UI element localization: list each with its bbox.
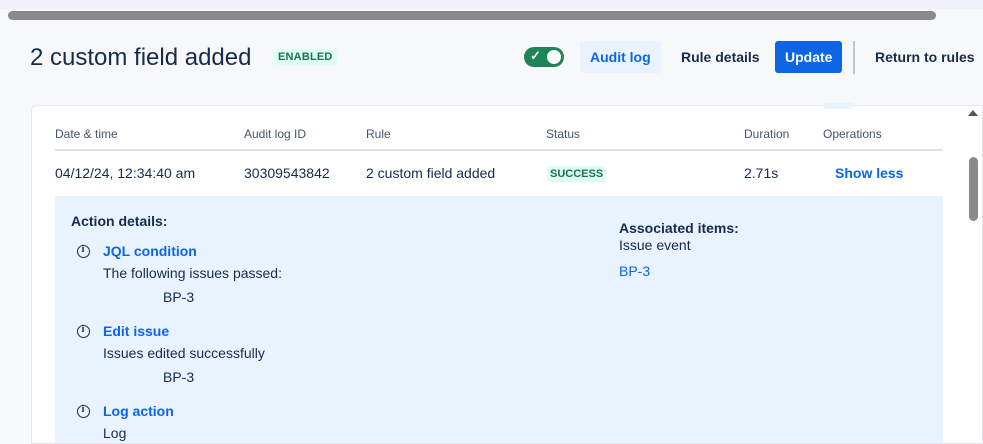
info-icon [77,244,90,258]
cell-audit-log-id: 30309543842 [244,165,330,181]
action-details-title: Action details: [71,213,168,229]
column-duration[interactable]: Duration [744,127,789,141]
jql-condition-issue-key: BP-3 [163,289,195,305]
log-action-link[interactable]: Log action [103,403,174,419]
success-badge: SUCCESS [547,166,607,182]
page-header: 2 custom field added ENABLED ✓ Audit log… [30,38,983,78]
column-rule[interactable]: Rule [366,127,391,141]
status-badge: ENABLED [274,49,337,65]
edit-issue-link[interactable]: Edit issue [103,323,169,339]
info-icon [77,404,90,418]
check-icon: ✓ [530,48,541,63]
associated-items-title: Associated items: [619,220,739,236]
info-icon [77,324,90,338]
page-title: 2 custom field added [30,44,252,71]
toggle-knob [547,50,561,64]
log-action-desc: Log [103,425,127,441]
jql-condition-link[interactable]: JQL condition [103,243,197,259]
cell-rule: 2 custom field added [366,165,496,181]
column-date-time[interactable]: Date & time [55,127,118,141]
cell-duration: 2.71s [744,165,779,181]
action-details-panel: Action details: JQL condition The follow… [55,196,943,443]
operations-tab-edge [823,103,853,109]
cell-datetime: 04/12/24, 12:34:40 am [55,165,196,181]
column-status[interactable]: Status [546,127,580,141]
rule-enabled-toggle[interactable]: ✓ [524,47,564,67]
table-header: Date & time Audit log ID Rule Status Dur… [55,106,943,151]
audit-log-card: Date & time Audit log ID Rule Status Dur… [31,105,983,444]
return-to-rules-button[interactable]: Return to rules [865,41,983,73]
rule-details-button[interactable]: Rule details [671,41,770,73]
top-strip [0,0,983,9]
jql-condition-desc: The following issues passed: [103,265,282,281]
audit-log-button[interactable]: Audit log [580,41,661,73]
edit-issue-issue-key: BP-3 [163,369,195,385]
show-less-link[interactable]: Show less [835,165,903,181]
update-button[interactable]: Update [775,41,843,73]
associated-issue-link[interactable]: BP-3 [619,263,650,279]
header-divider [853,41,855,74]
edit-issue-desc: Issues edited successfully [103,345,265,361]
vertical-scrollbar[interactable] [969,157,978,221]
column-operations: Operations [823,127,882,141]
column-audit-log-id[interactable]: Audit log ID [244,127,306,141]
table-row: 04/12/24, 12:34:40 am 30309543842 2 cust… [55,153,943,197]
scroll-up-arrow-icon[interactable] [968,110,978,116]
associated-items-subtitle: Issue event [619,237,691,253]
horizontal-scrollbar[interactable] [8,11,936,20]
